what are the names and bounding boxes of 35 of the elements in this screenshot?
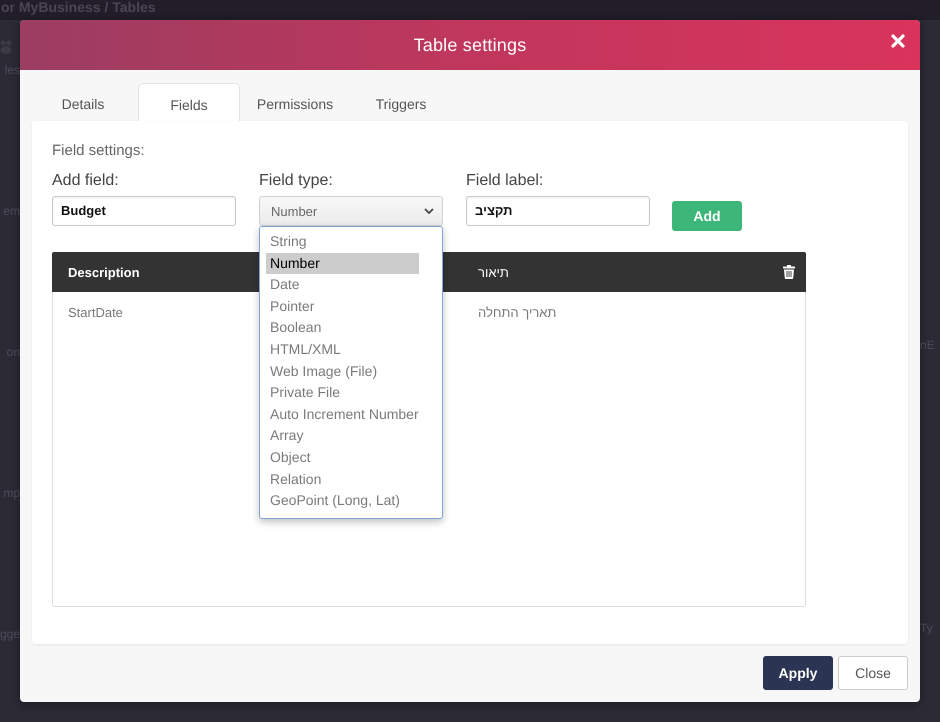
trash-icon[interactable]: [783, 265, 795, 279]
table-cell: תאריך התחלה: [478, 304, 556, 321]
column-header: Description: [68, 264, 140, 280]
dropdown-option[interactable]: Object: [266, 446, 419, 469]
text-input[interactable]: Budget: [52, 196, 236, 226]
close-button[interactable]: Close: [838, 656, 908, 690]
field-label: Add field:: [52, 172, 119, 190]
field-label: Field type:: [259, 172, 333, 190]
dropdown-option[interactable]: Web Image (File): [266, 360, 419, 382]
chevron-down-icon: [424, 208, 434, 214]
close-icon[interactable]: [891, 34, 905, 48]
tab[interactable]: Permissions: [244, 83, 346, 121]
dropdown-option[interactable]: Array: [266, 425, 419, 447]
dropdown-option[interactable]: GeoPoint (Long, Lat): [266, 490, 419, 512]
dropdown-option[interactable]: HTML/XML: [266, 338, 419, 361]
dropdown-option[interactable]: Private File: [266, 382, 419, 404]
apply-button[interactable]: Apply: [763, 656, 833, 690]
section-heading: Field settings:: [52, 141, 145, 161]
dropdown-option[interactable]: String: [266, 231, 419, 253]
table-cell: StartDate: [68, 304, 123, 321]
dialog-title: Table settings: [414, 34, 526, 56]
tab[interactable]: Triggers: [350, 83, 452, 121]
text-input[interactable]: תקציב: [466, 196, 650, 226]
type-select[interactable]: Number: [259, 196, 443, 226]
dropdown-option[interactable]: Number: [266, 252, 419, 274]
dropdown-option[interactable]: Relation: [266, 468, 419, 490]
dropdown-option[interactable]: Pointer: [266, 296, 419, 318]
tab[interactable]: Fields: [138, 83, 240, 121]
tab[interactable]: Details: [32, 83, 134, 121]
dropdown-option[interactable]: Date: [266, 274, 419, 296]
add-button[interactable]: Add: [672, 201, 742, 231]
dropdown-option[interactable]: Boolean: [266, 317, 419, 339]
field-label: Field label:: [466, 172, 544, 190]
column-header: תיאור: [478, 264, 509, 280]
dropdown-option[interactable]: Auto Increment Number: [266, 404, 419, 426]
